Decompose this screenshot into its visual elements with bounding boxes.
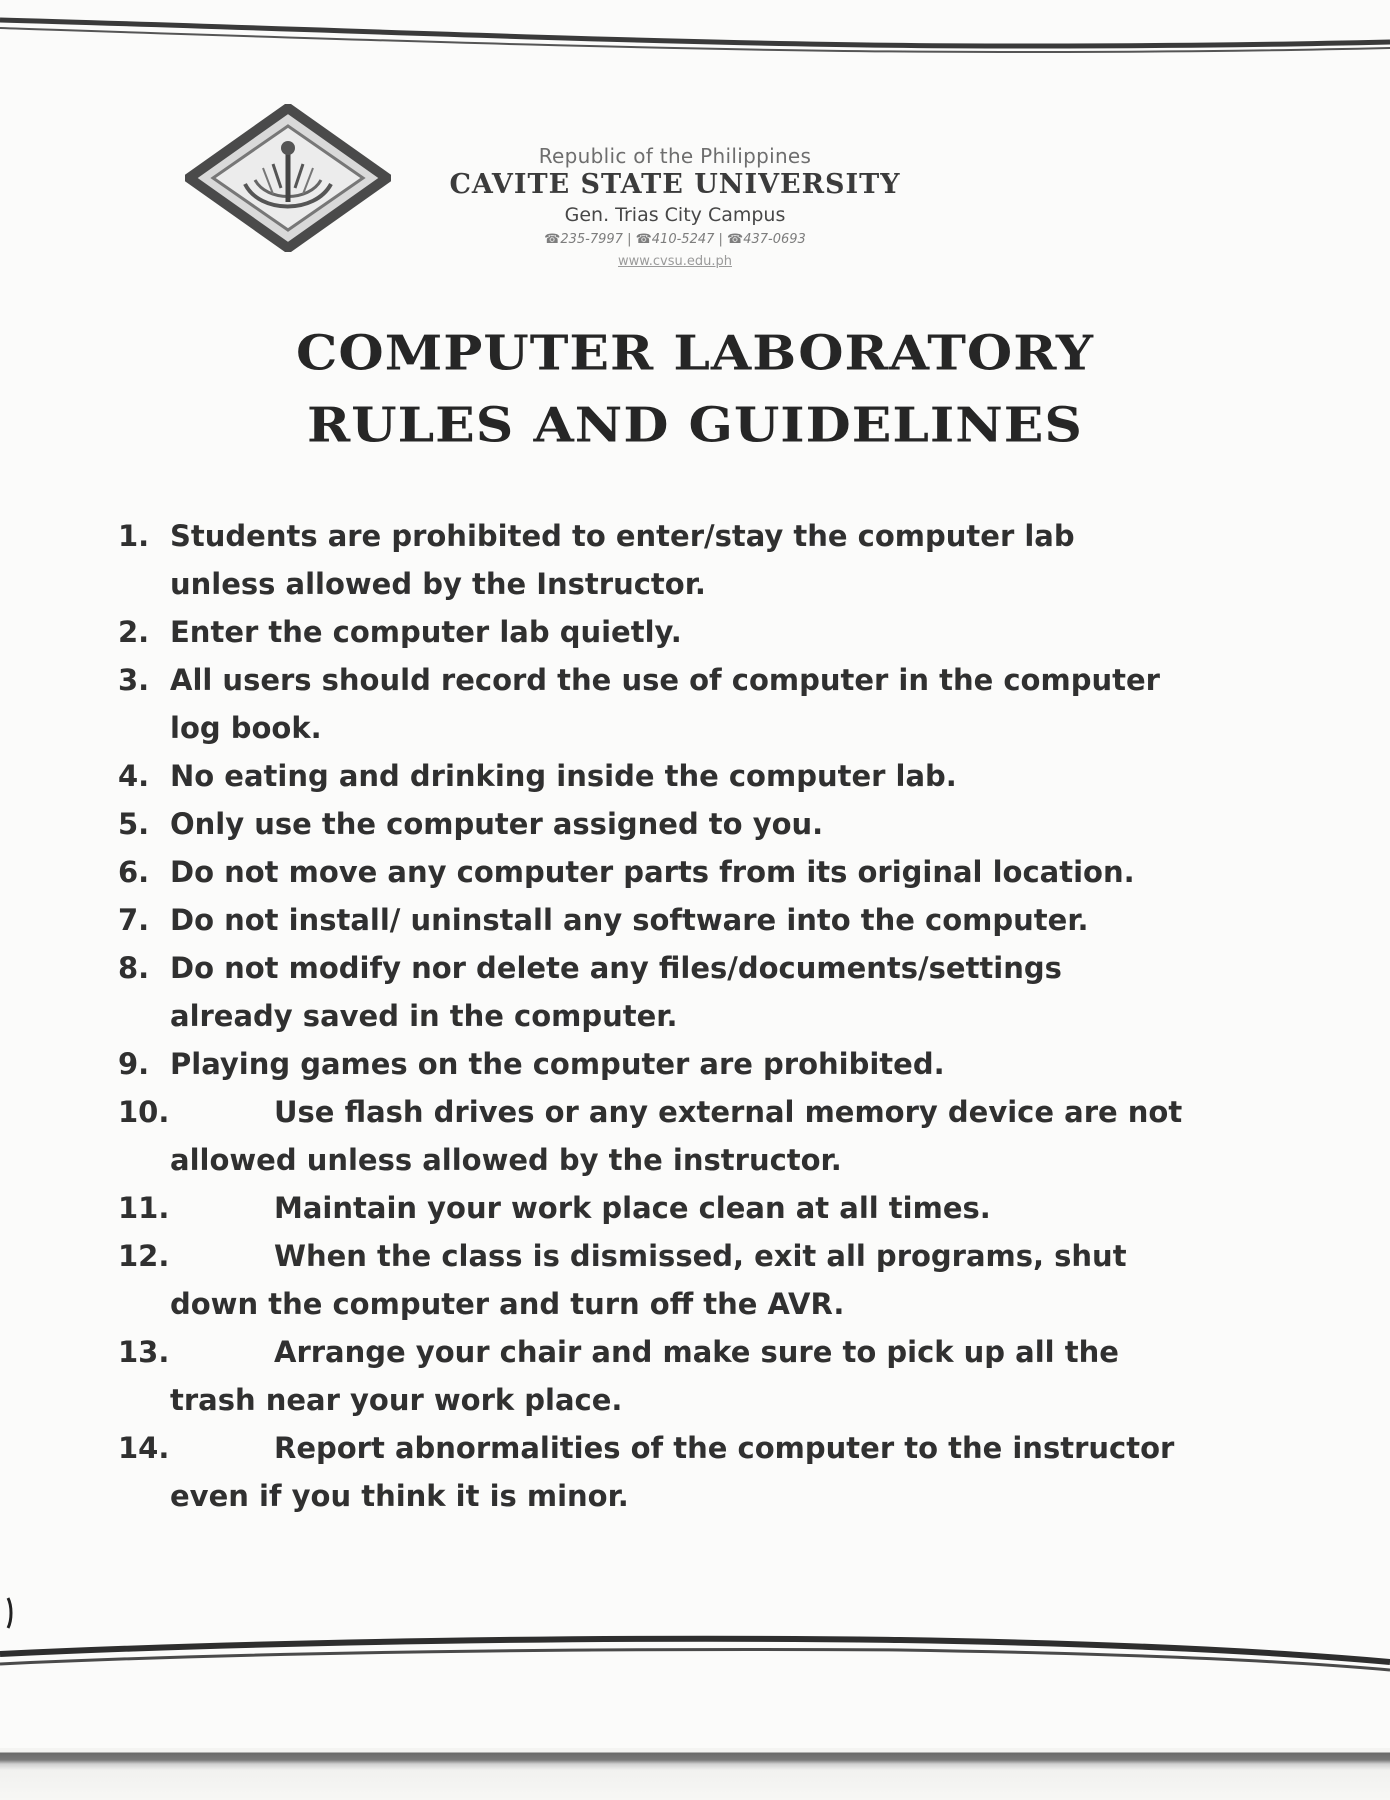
- rule-item: 13. Arrange your chair and make sure to …: [118, 1328, 1318, 1424]
- rule-text-line: Only use the computer assigned to you.: [170, 807, 824, 841]
- rule-item: 9. Playing games on the computer are pro…: [118, 1040, 1318, 1088]
- top-border-line: [0, 17, 1390, 54]
- rule-text-line: When the class is dismissed, exit all pr…: [274, 1239, 1127, 1273]
- campus-name: Gen. Trias City Campus: [564, 204, 786, 226]
- rule-number: 10.: [118, 1095, 170, 1129]
- rule-number: 12.: [118, 1239, 170, 1273]
- rule-first-line: Maintain your work place clean at all ti…: [170, 1184, 1318, 1232]
- contact-numbers: ☎235-7997 | ☎410-5247 | ☎437-0693: [544, 232, 806, 247]
- rule-number: 11.: [118, 1191, 170, 1225]
- rule-text-line: log book.: [170, 711, 322, 745]
- rule-first-line: Report abnormalities of the computer to …: [170, 1424, 1318, 1472]
- rule-text-line: No eating and drinking inside the comput…: [170, 759, 957, 793]
- rule-text-line: Students are prohibited to enter/stay th…: [170, 519, 1075, 553]
- rule-text-line: Enter the computer lab quietly.: [170, 615, 682, 649]
- rule-text-line: trash near your work place.: [170, 1383, 623, 1417]
- rules-list: 1. Students are prohibited to enter/stay…: [118, 512, 1318, 1520]
- rule-item: 2. Enter the computer lab quietly.: [118, 608, 1318, 656]
- title-line-2: RULES AND GUIDELINES: [307, 397, 1083, 454]
- page-title: COMPUTER LABORATORY RULES AND GUIDELINES: [0, 318, 1390, 462]
- website-url: www.cvsu.edu.ph: [618, 254, 732, 269]
- rule-item: 11. Maintain your work place clean at al…: [118, 1184, 1318, 1232]
- rule-text-line: Report abnormalities of the computer to …: [274, 1431, 1175, 1465]
- rule-text-line: Do not install/ uninstall any software i…: [170, 903, 1089, 937]
- rule-number: 2.: [118, 615, 150, 649]
- rule-number: 1.: [118, 519, 150, 553]
- rule-first-line: Use flash drives or any external memory …: [170, 1088, 1318, 1136]
- rule-item: 7. Do not install/ uninstall any softwar…: [118, 896, 1318, 944]
- rule-item: 4. No eating and drinking inside the com…: [118, 752, 1318, 800]
- rule-item: 10. Use flash drives or any external mem…: [118, 1088, 1318, 1184]
- rule-number: 9.: [118, 1047, 150, 1081]
- rule-first-line: When the class is dismissed, exit all pr…: [170, 1232, 1318, 1280]
- rule-text-line: already saved in the computer.: [170, 999, 678, 1033]
- rule-item: 6. Do not move any computer parts from i…: [118, 848, 1318, 896]
- rule-number: 8.: [118, 951, 150, 985]
- letterhead-text: Republic of the Philippines CAVITE STATE…: [395, 144, 955, 272]
- bottom-border-line: [0, 1635, 1390, 1672]
- letterhead: Republic of the Philippines CAVITE STATE…: [185, 104, 985, 304]
- rule-text-line: Do not move any computer parts from its …: [170, 855, 1135, 889]
- republic-line: Republic of the Philippines: [538, 144, 812, 168]
- rule-text-line: even if you think it is minor.: [170, 1479, 629, 1513]
- university-seal-logo: [185, 104, 391, 252]
- bottom-scan-edge: [0, 1748, 1390, 1800]
- rule-first-line: Arrange your chair and make sure to pick…: [170, 1328, 1318, 1376]
- rule-text-line: unless allowed by the Instructor.: [170, 567, 706, 601]
- rule-item: 5. Only use the computer assigned to you…: [118, 800, 1318, 848]
- rule-number: 13.: [118, 1335, 170, 1369]
- rule-number: 6.: [118, 855, 150, 889]
- rule-item: 3. All users should record the use of co…: [118, 656, 1318, 752]
- university-name: CAVITE STATE UNIVERSITY: [449, 169, 901, 200]
- rule-number: 14.: [118, 1431, 170, 1465]
- rule-item: 1. Students are prohibited to enter/stay…: [118, 512, 1318, 608]
- rule-number: 3.: [118, 663, 150, 697]
- rule-text-line: Do not modify nor delete any files/docum…: [170, 951, 1062, 985]
- rule-text-line: Arrange your chair and make sure to pick…: [274, 1335, 1119, 1369]
- rule-text-line: Maintain your work place clean at all ti…: [274, 1191, 991, 1225]
- rule-text-line: Playing games on the computer are prohib…: [170, 1047, 945, 1081]
- rule-number: 7.: [118, 903, 150, 937]
- rule-text-line: Use flash drives or any external memory …: [274, 1095, 1183, 1129]
- rule-number: 4.: [118, 759, 150, 793]
- scan-artifact-mark: [6, 1597, 13, 1629]
- rule-text-line: All users should record the use of compu…: [170, 663, 1160, 697]
- title-line-1: COMPUTER LABORATORY: [296, 325, 1094, 382]
- rule-text-line: allowed unless allowed by the instructor…: [170, 1143, 842, 1177]
- rule-item: 12. When the class is dismissed, exit al…: [118, 1232, 1318, 1328]
- rule-item: 14. Report abnormalities of the computer…: [118, 1424, 1318, 1520]
- rule-text-line: down the computer and turn off the AVR.: [170, 1287, 845, 1321]
- rule-item: 8. Do not modify nor delete any files/do…: [118, 944, 1318, 1040]
- rule-number: 5.: [118, 807, 150, 841]
